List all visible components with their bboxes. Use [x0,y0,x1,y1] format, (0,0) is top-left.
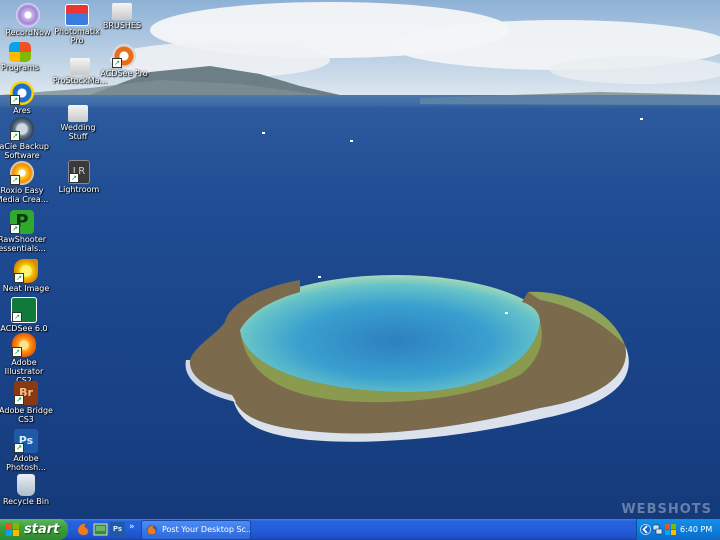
folder-icon [68,105,88,122]
shortcut-arrow-icon: ↗ [14,443,24,453]
shortcut-arrow-icon: ↗ [10,224,20,234]
rawshooter-icon: P ↗ [10,210,34,234]
shortcut-arrow-icon: ↗ [14,273,24,283]
desktop-icon-illustrator[interactable]: ↗ Adobe Illustrator CS2 [0,333,52,385]
shortcut-arrow-icon: ↗ [10,95,20,105]
recordnow-icon [16,3,40,27]
programs-icon [9,42,31,62]
bridge-icon: Br ↗ [14,381,38,405]
desktop-icon-programs[interactable]: Programs [0,42,48,72]
roxio-icon: ↗ [10,161,34,185]
firefox-quicklaunch-icon[interactable] [76,522,91,537]
shortcut-arrow-icon: ↗ [14,395,24,405]
shortcut-arrow-icon: ↗ [10,131,20,141]
photoshop-quicklaunch-icon[interactable]: Ps [110,522,125,537]
lightroom-icon: LR ↗ [68,160,90,184]
illustrator-icon: ↗ [12,333,36,357]
desktop-icon-acdsee[interactable]: ↗ ACDSee 6.0 [0,297,52,333]
taskbar: start Ps » Post Your Desktop Sc... 6:40 … [0,519,720,540]
lacie-icon: ↗ [10,117,34,141]
photoshop-icon: Ps ↗ [14,429,38,453]
photomatix-icon [65,4,89,26]
windows-flag-icon [6,523,19,536]
tray-clock[interactable]: 6:40 PM [680,519,712,540]
show-desktop-quicklaunch-icon[interactable] [93,522,108,537]
firefox-icon [146,524,158,536]
neat-image-icon: ↗ [14,259,38,283]
tray-back-arrow-icon[interactable] [640,523,651,536]
shortcut-arrow-icon: ↗ [69,173,79,183]
desktop-icon-roxio[interactable]: ↗ Roxio Easy Media Crea... [0,161,50,204]
shortcut-arrow-icon: ↗ [112,58,122,68]
system-tray: 6:40 PM [636,519,720,540]
taskbar-button-firefox-window[interactable]: Post Your Desktop Sc... [141,520,251,540]
desktop[interactable]: WEBSHOTS RecordNow Programs ↗ Ares ↗ LaC… [0,0,720,519]
webshots-watermark: WEBSHOTS [621,502,712,517]
desktop-icon-bridge[interactable]: Br ↗ Adobe Bridge CS3 [0,381,54,424]
acdsee-icon: ↗ [11,297,37,323]
acdsee-pro-icon: ↗ [112,44,136,68]
ares-icon: ↗ [10,81,34,105]
tray-network-icon[interactable] [652,523,663,536]
desktop-icon-acdsee-pro[interactable]: ↗ ACDSee Pro [96,44,152,78]
desktop-icon-lightroom[interactable]: LR ↗ Lightroom [51,160,107,194]
desktop-icon-ares[interactable]: ↗ Ares [0,81,50,115]
folder-icon [70,58,90,75]
recycle-bin-icon [17,474,35,496]
start-button[interactable]: start [0,519,68,540]
desktop-icon-lacie[interactable]: ↗ LaCie Backup Software [0,117,50,160]
shortcut-arrow-icon: ↗ [10,175,20,185]
quicklaunch-chevron-icon[interactable]: » [129,522,135,532]
shortcut-arrow-icon: ↗ [12,312,22,322]
desktop-icon-recycle-bin[interactable]: Recycle Bin [0,474,54,506]
desktop-icon-neat-image[interactable]: ↗ Neat Image [0,259,54,293]
desktop-icon-rawshooter[interactable]: P ↗ RawShooter essentials... [0,210,50,253]
shortcut-arrow-icon: ↗ [12,347,22,357]
desktop-icon-brushes[interactable]: BRUSHES [94,3,150,30]
folder-icon [112,3,132,20]
desktop-icon-recordnow[interactable]: RecordNow [0,3,56,37]
desktop-icon-wedding-stuff[interactable]: Wedding Stuff [50,105,106,141]
desktop-icon-photoshop[interactable]: Ps ↗ Adobe Photosh... [0,429,54,472]
tray-security-icon[interactable] [665,524,676,535]
